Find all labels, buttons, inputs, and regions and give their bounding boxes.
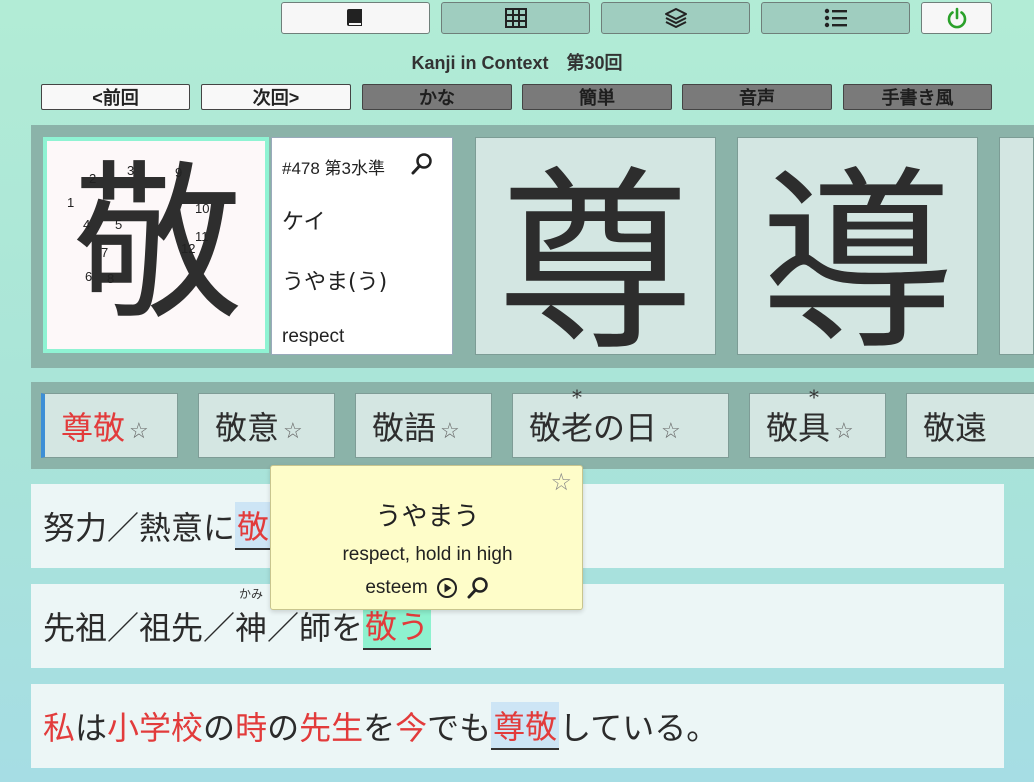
vocab-word: 敬遠 [923,408,988,447]
vocab-strip: 尊敬 ☆ 敬意 ☆ 敬語 ☆ 敬老の日 ☆ 敬具 ☆ 敬遠 [31,382,1034,469]
stroke-number: 12 [181,241,196,256]
vocab-word-part: 老 [561,403,593,449]
list-icon [824,8,847,28]
sentence-word[interactable]: 今 [395,703,427,749]
sentence-text: でも [427,709,492,747]
grid-button[interactable] [441,2,590,34]
kanji-meaning: respect [282,326,345,347]
sentence-word[interactable]: 小学校 [107,703,203,749]
word-popup: ☆ うやまう respect, hold in high esteem [270,465,583,610]
highlighted-word[interactable]: 敬 [235,502,272,550]
sentence-text: 先祖／祖先／ [43,609,236,647]
component-kanji-card[interactable]: 導 [737,137,978,355]
star-icon[interactable]: ☆ [550,468,572,496]
stroke-number: 4 [83,217,91,232]
sentence-word[interactable]: 私 [43,703,75,749]
vocab-word-part: の日 [593,408,658,447]
vocab-word-part: 具 [798,403,830,449]
sentence-text: を [363,709,396,747]
vocab-card[interactable]: 尊敬 ☆ [41,393,178,458]
kanji-id-level: #478 第3水準 [282,159,385,178]
layers-button[interactable] [601,2,750,34]
vocab-word: 敬語 [372,408,437,447]
component-kanji-card[interactable]: 尊 [475,137,716,355]
layers-icon [664,8,687,28]
stroke-number: 5 [115,217,123,232]
sentence-text: している。 [559,709,719,747]
popup-meaning-line1: respect, hold in high [342,544,513,565]
sentence-text: は [75,709,108,747]
vocab-card[interactable]: 敬老の日 ☆ [512,393,729,458]
next-lesson-button[interactable]: 次回> [201,84,351,110]
power-icon [947,7,966,29]
vocab-word-part: 敬 [766,408,799,447]
component-kanji-card-partial[interactable] [999,137,1034,355]
power-button[interactable] [921,2,992,34]
stroke-order-card[interactable]: 敬 1 2 3 4 5 6 7 8 9 10 11 12 [43,137,269,353]
stroke-number: 10 [195,201,210,216]
handwriting-toggle-button[interactable]: 手書き風 [843,84,992,110]
kana-toggle-button[interactable]: かな [362,84,512,110]
star-icon[interactable]: ☆ [440,419,460,444]
star-icon[interactable]: ☆ [834,419,854,444]
vocab-card[interactable]: 敬意 ☆ [198,393,335,458]
vocab-word: 敬意 [215,408,280,447]
sentence-text: の [267,709,300,747]
kanji-onyomi: ケイ [282,210,326,235]
popup-reading: うやまう [375,502,480,532]
prev-lesson-button[interactable]: <前回 [41,84,190,110]
sentence-row: 私は小学校の時の先生を今でも 尊敬 している。 [31,684,1004,768]
vocab-word-part: 敬 [529,408,562,447]
book-button[interactable] [281,2,430,34]
ruby-furigana: かみ [239,587,264,601]
stroke-number: 1 [67,195,75,210]
stroke-number: 7 [101,245,109,260]
play-audio-icon[interactable] [436,577,458,599]
popup-meaning-line2: esteem [365,577,428,598]
star-icon[interactable]: ☆ [283,419,303,444]
star-icon[interactable]: ☆ [661,419,681,444]
vocab-card[interactable]: 敬語 ☆ [355,393,492,458]
stroke-number: 3 [127,163,135,178]
grid-icon [504,8,527,28]
stroke-number: 6 [85,269,93,284]
ruby-word: 神かみ [235,587,268,649]
kanji-info-card: #478 第3水準 ケイ うやま(う) respect [271,137,453,355]
book-icon [346,9,362,26]
vocab-word: 尊敬 [61,408,126,447]
ruby-base: 神 [235,609,268,647]
kanji-kunyomi: うやま(う) [282,270,388,295]
stroke-number: 2 [89,171,97,186]
sentence-text: の [203,709,236,747]
search-icon[interactable] [410,152,434,176]
stroke-number: 9 [175,165,183,180]
highlighted-word[interactable]: 尊敬 [491,702,560,750]
sentence-word[interactable]: 時 [235,703,267,749]
page-title: Kanji in Context 第30回 [411,53,623,73]
stroke-number: 11 [195,229,209,244]
search-icon[interactable] [466,576,490,600]
sentence-word[interactable]: 先生 [299,703,363,749]
vocab-card[interactable]: 敬遠 [906,393,1034,458]
audio-toggle-button[interactable]: 音声 [682,84,832,110]
star-icon[interactable]: ☆ [129,419,149,444]
vocab-card[interactable]: 敬具 ☆ [749,393,886,458]
simple-toggle-button[interactable]: 簡単 [522,84,672,110]
sentence-text: 努力／熱意に [43,509,236,547]
list-button[interactable] [761,2,910,34]
stroke-number: 8 [107,271,115,286]
